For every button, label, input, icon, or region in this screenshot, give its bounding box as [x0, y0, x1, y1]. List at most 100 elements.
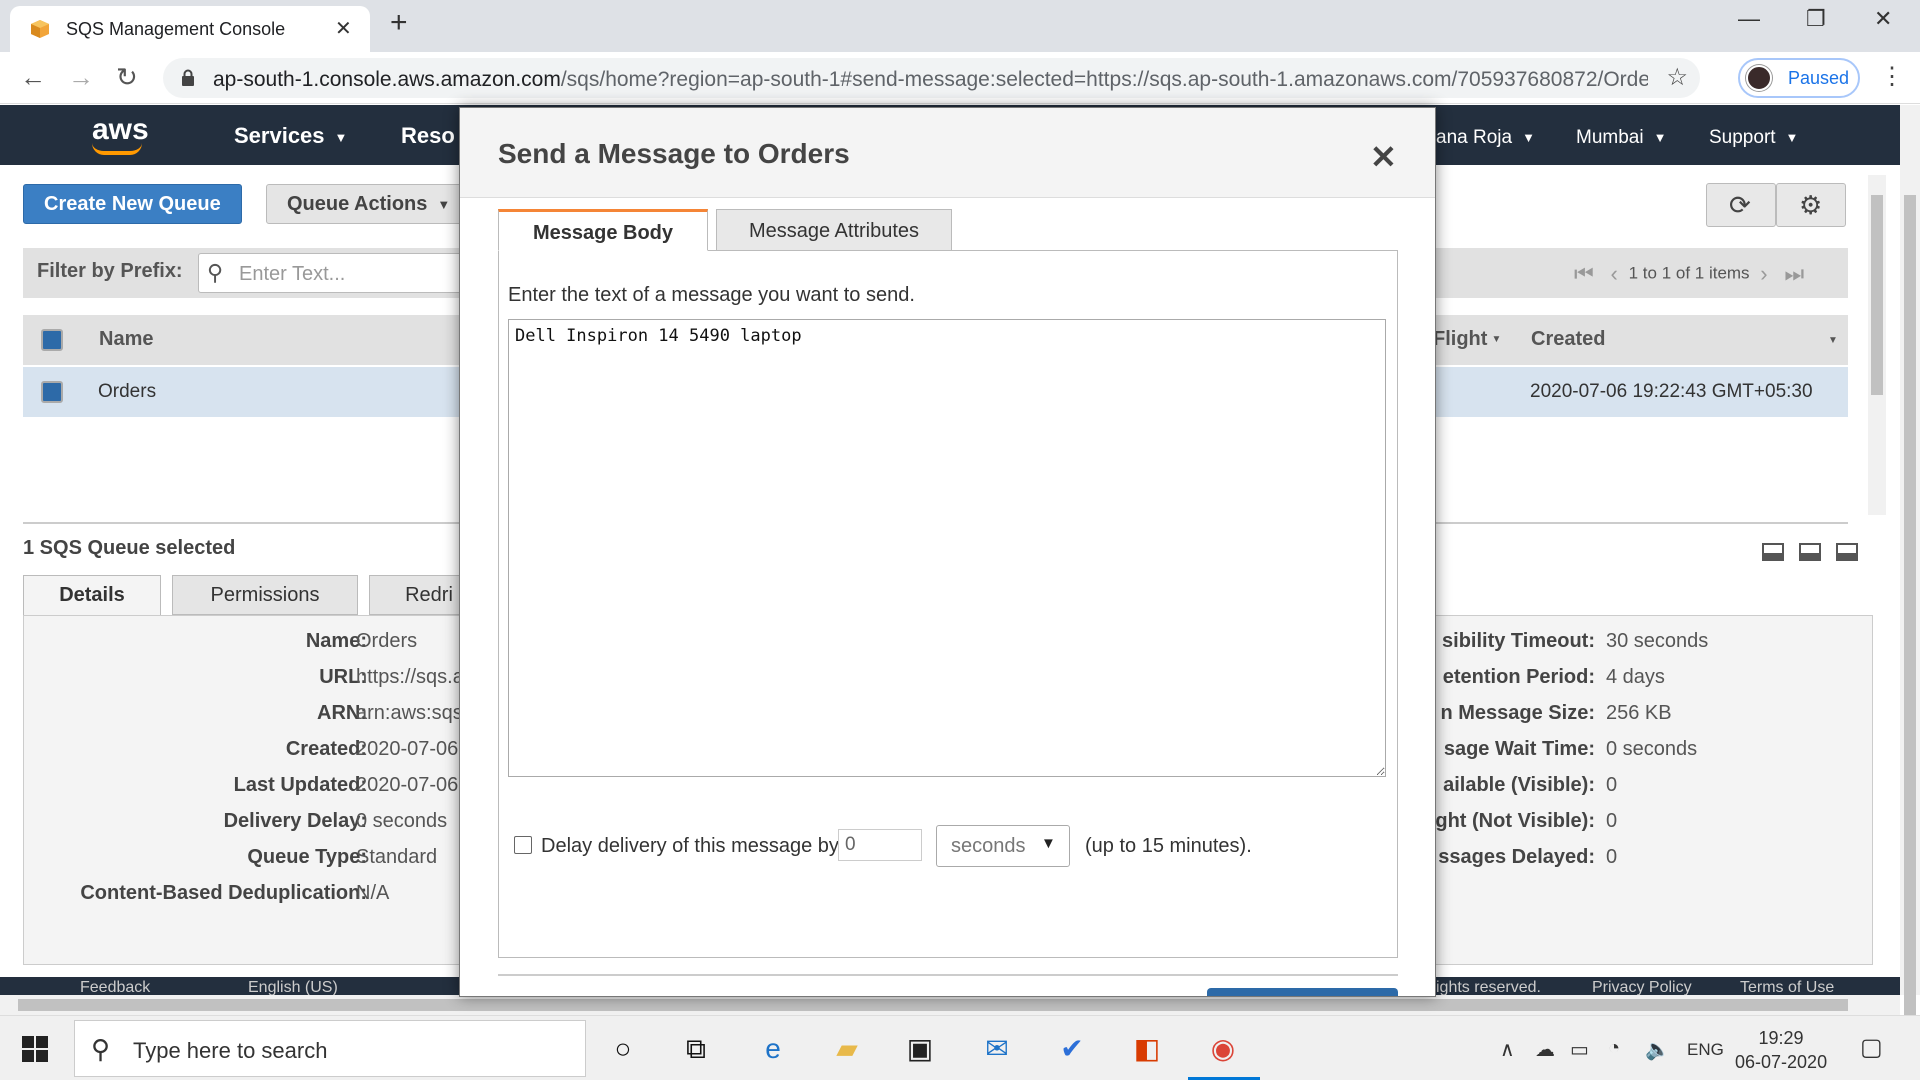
- filter-prefix-input[interactable]: ⚲ Enter Text...: [198, 253, 468, 293]
- settings-button[interactable]: ⚙: [1776, 183, 1846, 227]
- file-explorer-icon[interactable]: ▰: [830, 1032, 864, 1066]
- footer-language[interactable]: English (US): [248, 979, 338, 995]
- page-scroll-thumb[interactable]: [1904, 195, 1916, 1020]
- tab-details[interactable]: Details: [23, 575, 161, 615]
- wifi-icon[interactable]: ◔: [1608, 1037, 1620, 1060]
- delay-value-input[interactable]: [838, 829, 922, 861]
- nav-services[interactable]: Services ▼: [234, 123, 347, 149]
- bookmark-star-icon[interactable]: ☆: [1666, 63, 1688, 92]
- close-window-icon[interactable]: ✕: [1874, 6, 1892, 32]
- filter-label: Filter by Prefix:: [37, 260, 183, 282]
- nav-resource-groups[interactable]: Reso: [401, 123, 455, 149]
- search-icon: ⚲: [207, 260, 224, 285]
- detail-label: Queue Type:: [247, 846, 367, 868]
- mail-icon[interactable]: ✉: [980, 1032, 1014, 1066]
- footer-rights: ights reserved.: [1436, 979, 1541, 995]
- hscroll-thumb[interactable]: [18, 999, 1848, 1011]
- table-scrollbar[interactable]: [1868, 175, 1886, 515]
- onedrive-icon[interactable]: ☁: [1535, 1037, 1555, 1062]
- close-icon[interactable]: ✕: [1370, 138, 1397, 176]
- prev-page-icon[interactable]: ‹: [1611, 261, 1618, 286]
- create-new-queue-button[interactable]: Create New Queue: [23, 184, 242, 224]
- detail-value: Orders: [356, 630, 418, 652]
- first-page-icon[interactable]: ⏮: [1574, 261, 1594, 286]
- detail-value: https://sqs.a: [356, 666, 464, 688]
- profile-button[interactable]: Paused: [1738, 58, 1860, 98]
- sort-caret-icon[interactable]: ▼: [1828, 335, 1838, 346]
- last-page-icon[interactable]: ⏭: [1784, 261, 1804, 286]
- table-scroll-thumb[interactable]: [1871, 195, 1883, 395]
- aws-logo[interactable]: aws: [92, 113, 149, 147]
- delay-unit-value: seconds: [951, 835, 1026, 857]
- browser-tab-bar: SQS Management Console ✕ + — ❐ ✕: [0, 0, 1920, 52]
- minimize-icon[interactable]: —: [1738, 6, 1760, 32]
- taskbar-search-box[interactable]: ⚲ Type here to search: [74, 1020, 586, 1077]
- notifications-icon[interactable]: ▢: [1860, 1033, 1883, 1062]
- chrome-icon[interactable]: ◉: [1206, 1032, 1240, 1066]
- windows-start-icon[interactable]: [22, 1036, 48, 1062]
- tab-permissions[interactable]: Permissions: [172, 575, 358, 615]
- lock-icon: [182, 69, 194, 86]
- delay-checkbox[interactable]: [514, 836, 532, 854]
- horizontal-scrollbar[interactable]: [0, 995, 1900, 1015]
- office-icon[interactable]: ◧: [1130, 1032, 1164, 1066]
- pane-large-icon[interactable]: [1836, 543, 1858, 561]
- next-page-icon[interactable]: ›: [1760, 261, 1767, 286]
- reload-icon[interactable]: ↻: [116, 62, 138, 93]
- browser-tab[interactable]: SQS Management Console ✕: [10, 6, 370, 52]
- detail-value: Standard: [356, 846, 438, 868]
- tab-message-body[interactable]: Message Body: [498, 209, 708, 251]
- select-all-checkbox[interactable]: [41, 329, 63, 351]
- tray-chevron-icon[interactable]: ∧: [1500, 1037, 1515, 1062]
- footer-terms[interactable]: Terms of Use: [1740, 979, 1834, 995]
- language-indicator[interactable]: ENG: [1687, 1040, 1724, 1060]
- footer-privacy[interactable]: Privacy Policy: [1592, 979, 1692, 995]
- row-checkbox[interactable]: [41, 381, 63, 403]
- send-message-button[interactable]: [1207, 988, 1398, 996]
- browser-menu-icon[interactable]: ⋮: [1880, 62, 1904, 91]
- detail-value: 0: [1606, 774, 1618, 796]
- detail-label: Content-Based Deduplication:: [80, 882, 367, 904]
- task-view-icon[interactable]: ⧉: [679, 1032, 713, 1066]
- pager-text: 1 to 1 of 1 items: [1628, 263, 1750, 283]
- windows-taskbar: ⚲ Type here to search ○ ⧉ e ▰ ▣ ✉ ✔ ◧ ◉ …: [0, 1015, 1920, 1080]
- nav-user-menu[interactable]: ana Roja ▼: [1436, 127, 1535, 149]
- back-icon[interactable]: ←: [20, 62, 46, 93]
- avatar: [1746, 65, 1772, 91]
- queue-actions-button[interactable]: Queue Actions ▼: [266, 184, 472, 224]
- forward-icon[interactable]: →: [68, 62, 94, 93]
- delay-unit-select[interactable]: seconds ▼: [936, 825, 1070, 867]
- detail-label: ailable (Visible):: [1443, 774, 1595, 796]
- omnibox[interactable]: ap-south-1.console.aws.amazon.com/sqs/ho…: [163, 58, 1700, 98]
- new-tab-icon[interactable]: +: [390, 6, 408, 40]
- clock-date: 06-07-2020: [1735, 1052, 1828, 1072]
- detail-value: N/A: [356, 882, 390, 904]
- battery-icon[interactable]: ▭: [1570, 1037, 1589, 1062]
- footer-feedback[interactable]: Feedback: [80, 979, 150, 995]
- search-icon: ⚲: [91, 1034, 111, 1064]
- refresh-icon: ⟳: [1729, 190, 1751, 220]
- chevron-down-icon: ▼: [1041, 835, 1056, 852]
- page-scrollbar[interactable]: [1900, 105, 1920, 1020]
- store-icon[interactable]: ▣: [903, 1032, 937, 1066]
- todo-icon[interactable]: ✔: [1055, 1032, 1089, 1066]
- nav-support[interactable]: Support ▼: [1709, 127, 1798, 149]
- cortana-icon[interactable]: ○: [606, 1032, 640, 1066]
- col-created-header[interactable]: Created: [1531, 328, 1605, 351]
- tab-message-attributes[interactable]: Message Attributes: [716, 209, 952, 251]
- edge-icon[interactable]: e: [756, 1032, 790, 1066]
- pane-medium-icon[interactable]: [1799, 543, 1821, 561]
- clock[interactable]: 19:29 06-07-2020: [1735, 1026, 1827, 1074]
- volume-icon[interactable]: 🔈: [1645, 1037, 1670, 1062]
- nav-region[interactable]: Mumbai ▼: [1576, 127, 1666, 149]
- restore-icon[interactable]: ❐: [1806, 6, 1826, 32]
- refresh-button[interactable]: ⟳: [1706, 183, 1776, 227]
- detail-value: 2020-07-06: [356, 738, 459, 760]
- message-body-textarea[interactable]: Dell Inspiron 14 5490 laptop: [508, 319, 1386, 777]
- col-name-header[interactable]: Name: [99, 328, 153, 351]
- pane-small-icon[interactable]: [1762, 543, 1784, 561]
- col-inflight-header[interactable]: Flight ▼: [1433, 328, 1501, 351]
- tab-close-icon[interactable]: ✕: [335, 16, 352, 41]
- message-prompt: Enter the text of a message you want to …: [508, 284, 915, 306]
- message-body-panel: Enter the text of a message you want to …: [498, 250, 1398, 958]
